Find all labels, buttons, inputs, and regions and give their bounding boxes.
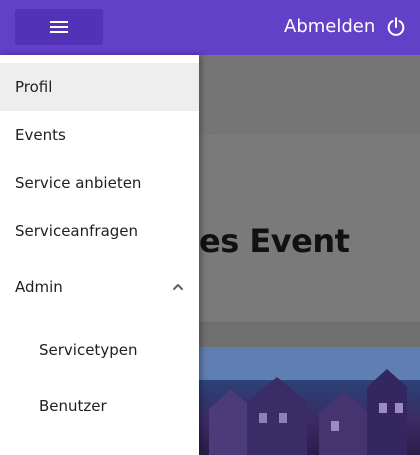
drawer-item-admin[interactable]: Admin bbox=[0, 263, 199, 311]
menu-toggle-button[interactable] bbox=[15, 9, 103, 45]
navigation-drawer: Profil Events Service anbieten Servicean… bbox=[0, 55, 199, 455]
drawer-item-label: Admin bbox=[15, 278, 63, 296]
chevron-up-icon[interactable] bbox=[172, 281, 184, 293]
drawer-subitem-servicetypen[interactable]: Servicetypen bbox=[0, 326, 199, 374]
drawer-scrim[interactable] bbox=[199, 55, 420, 455]
drawer-item-events[interactable]: Events bbox=[0, 111, 199, 159]
drawer-item-service-anbieten[interactable]: Service anbieten bbox=[0, 159, 199, 207]
drawer-item-serviceanfragen[interactable]: Serviceanfragen bbox=[0, 207, 199, 255]
drawer-item-label: Serviceanfragen bbox=[15, 222, 139, 240]
hamburger-menu-icon bbox=[50, 21, 68, 33]
drawer-item-label: Events bbox=[15, 126, 66, 144]
drawer-item-label: Service anbieten bbox=[15, 174, 142, 192]
drawer-subitem-benutzer[interactable]: Benutzer bbox=[0, 382, 199, 430]
drawer-item-profil[interactable]: Profil bbox=[0, 63, 199, 111]
logout-button-label[interactable]: Abmelden bbox=[284, 16, 375, 37]
power-icon[interactable] bbox=[385, 16, 407, 38]
app-page: Abmelden es Event Profil Events Service … bbox=[0, 0, 420, 455]
drawer-item-label: Servicetypen bbox=[39, 341, 138, 359]
top-app-bar: Abmelden bbox=[0, 0, 420, 55]
drawer-item-label: Profil bbox=[15, 78, 53, 96]
drawer-item-label: Benutzer bbox=[39, 397, 107, 415]
